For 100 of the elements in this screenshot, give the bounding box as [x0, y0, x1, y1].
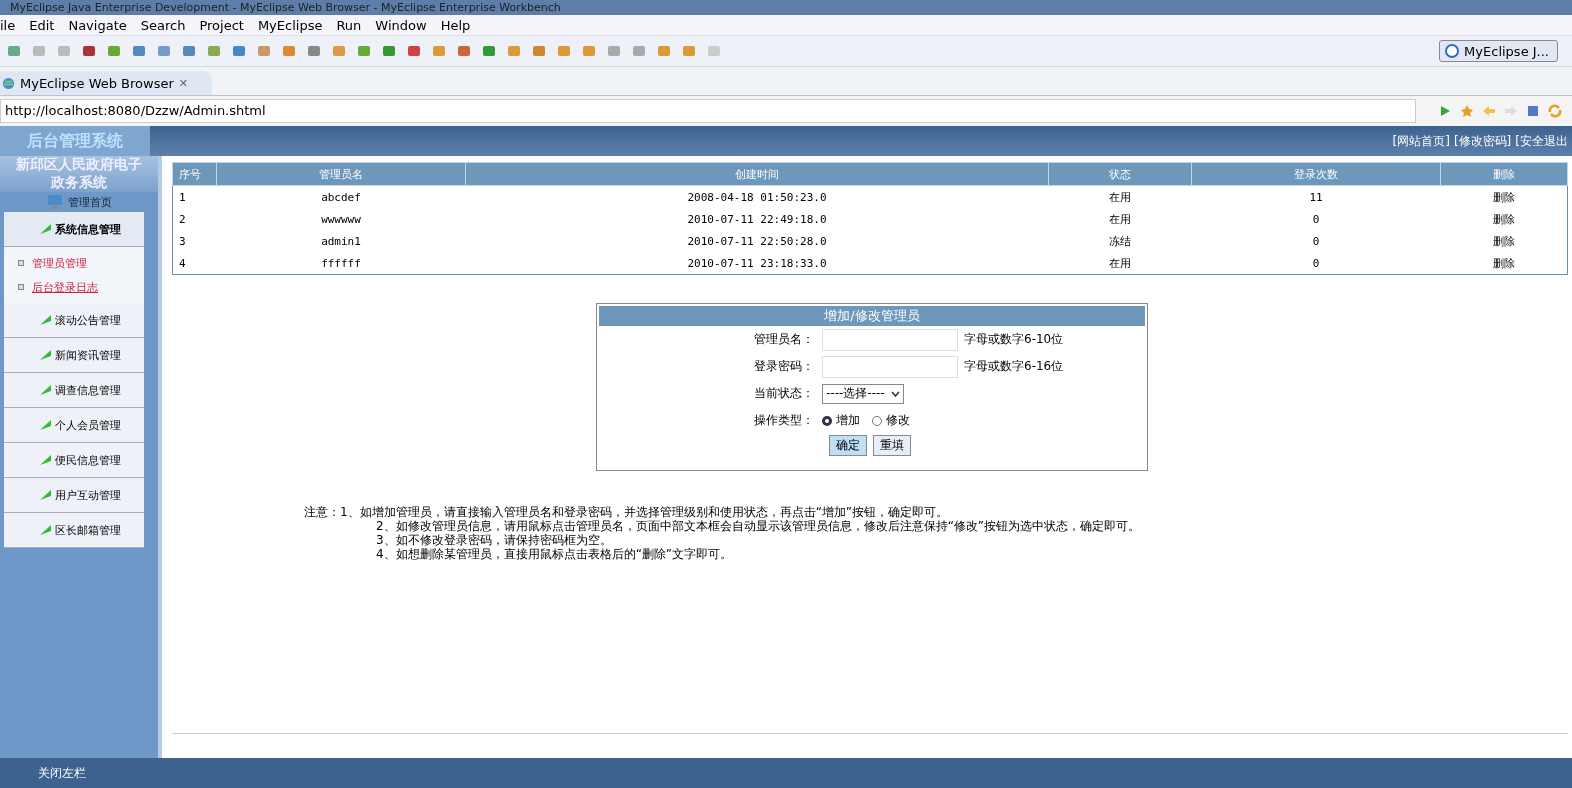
sidebar-item[interactable]: 新闻资讯管理: [4, 338, 144, 373]
toolbar-icon[interactable]: [481, 43, 497, 59]
field-label: 当前状态：: [754, 385, 815, 402]
table-cell[interactable]: admin1: [216, 230, 466, 252]
column-header: 删除: [1440, 162, 1568, 186]
system-title: 新邱区人民政府电子政务系统: [0, 156, 158, 192]
radio-label: 修改: [886, 412, 910, 429]
table-cell-text: 0: [1311, 233, 1321, 250]
input-field[interactable]: [822, 355, 958, 378]
menu-item[interactable]: Run: [336, 17, 362, 33]
home-link[interactable]: 管理首页: [68, 194, 112, 210]
table-cell: 3: [172, 230, 217, 252]
stop-icon[interactable]: [1526, 104, 1540, 118]
close-button[interactable]: ✕: [178, 76, 189, 90]
column-header: 序号: [172, 162, 217, 186]
sidebar-item[interactable]: 便民信息管理: [4, 443, 144, 478]
toolbar-icon[interactable]: [231, 43, 247, 59]
table-cell: 1: [172, 185, 217, 208]
table-cell: 2008-04-18 01:50:23.0: [465, 185, 1049, 208]
monitor-icon: [46, 194, 64, 210]
radio-label: 增加: [836, 412, 860, 429]
note-text: 4、如想删除某管理员，直接用鼠标点击表格后的“删除”文字即可。: [375, 547, 734, 561]
field-label: 管理员名：: [754, 331, 815, 348]
menu-item[interactable]: ile: [0, 17, 16, 33]
toolbar-icon[interactable]: [131, 43, 147, 59]
table-cell: 0: [1191, 252, 1441, 275]
menu-item[interactable]: Search: [140, 17, 186, 33]
form-title: 增加/修改管理员: [599, 306, 1145, 326]
toolbar-icon[interactable]: [181, 43, 197, 59]
menu-item[interactable]: Project: [199, 17, 244, 33]
address-field[interactable]: http://localhost:8080/Dzzw/Admin.shtml: [0, 99, 1416, 123]
toolbar-icon[interactable]: [531, 43, 547, 59]
toolbar-icon[interactable]: [306, 43, 322, 59]
menu-item[interactable]: Help: [440, 17, 471, 33]
sidebar-item[interactable]: 用户互动管理: [4, 478, 144, 513]
go-icon[interactable]: [1438, 104, 1452, 118]
toolbar-icon[interactable]: [156, 43, 172, 59]
column-header: 状态: [1048, 162, 1192, 186]
sidebar-item[interactable]: 系统信息管理: [4, 212, 144, 247]
column-header: 管理员名: [216, 162, 466, 186]
table-cell: 4: [172, 252, 217, 275]
input-field[interactable]: [822, 328, 958, 351]
column-header: 登录次数: [1191, 162, 1441, 186]
submenu-link[interactable]: 后台登录日志: [32, 279, 98, 295]
field-hint: 字母或数字6-16位: [964, 358, 1064, 375]
field-label: 登录密码：: [754, 358, 815, 375]
menu-item[interactable]: Edit: [29, 17, 55, 33]
notes-label: 注意：: [304, 505, 340, 521]
form-button[interactable]: 重填: [873, 434, 911, 456]
note-text: 1、如增加管理员，请直接输入管理员名和登录密码，并选择管理级别和使用状态，再点击“增加”按钮，确定即可。: [340, 505, 950, 519]
menu-item[interactable]: Window: [375, 17, 427, 33]
tab-label: MyEclipse Web Browser: [20, 75, 174, 91]
table-cell: 2010-07-11 23:18:33.0: [465, 252, 1049, 275]
back-icon[interactable]: [1482, 104, 1496, 118]
delete-link[interactable]: 删除: [1440, 230, 1568, 252]
header-link[interactable]: [修改密码]: [1453, 132, 1512, 150]
table-cell: 11: [1191, 185, 1441, 208]
note-text: 2、如修改管理员信息，请用鼠标点击管理员名，页面中部文本框会自动显示该管理员信息，修改后注意保持“修改”按钮为选中状态，确定即可。: [375, 519, 1141, 533]
star-icon[interactable]: [1460, 104, 1474, 118]
table-cell[interactable]: wwwwww: [216, 208, 466, 230]
caret-icon: [890, 390, 900, 397]
delete-link[interactable]: 删除: [1440, 208, 1568, 230]
radio-button[interactable]: [822, 415, 832, 426]
perspective-button[interactable]: MyEclipse J...: [1439, 40, 1558, 62]
table-cell-text: 2010-07-11 22:50:28.0: [686, 233, 828, 250]
delete-link[interactable]: 删除: [1440, 185, 1568, 208]
status-dropdown[interactable]: ----选择----: [822, 383, 904, 404]
toolbar-icon[interactable]: [456, 43, 472, 59]
submenu-link[interactable]: 管理员管理: [32, 255, 87, 271]
table-cell[interactable]: ffffff: [216, 252, 466, 275]
table-cell[interactable]: abcdef: [216, 185, 466, 208]
toolbar-icon[interactable]: [106, 43, 122, 59]
sidebar-item[interactable]: 滚动公告管理: [4, 303, 144, 338]
header-link[interactable]: [网站首页]: [1392, 132, 1450, 150]
radio-button[interactable]: [872, 415, 882, 426]
toolbar-icon[interactable]: [381, 43, 397, 59]
menu-item[interactable]: Navigate: [68, 17, 127, 33]
editor-tab[interactable]: MyEclipse Web Browser ✕: [0, 71, 213, 95]
menu-item[interactable]: MyEclipse: [257, 17, 323, 33]
table-cell: 在用: [1048, 185, 1192, 208]
toolbar-icon[interactable]: [6, 43, 22, 59]
table-cell: 在用: [1048, 252, 1192, 275]
field-hint: 字母或数字6-10位: [964, 331, 1064, 348]
toolbar-icon[interactable]: [281, 43, 297, 59]
refresh-icon[interactable]: [1548, 104, 1562, 118]
toolbar-icon[interactable]: [356, 43, 372, 59]
sidebar-item[interactable]: 调查信息管理: [4, 373, 144, 408]
sidebar-item[interactable]: 区长邮箱管理: [4, 513, 144, 548]
table-cell-text: 在用: [1108, 211, 1132, 228]
delete-link[interactable]: 删除: [1440, 252, 1568, 275]
toolbar-icon[interactable]: [81, 43, 97, 59]
form-button[interactable]: 确定: [829, 434, 867, 456]
table-cell-text: 0: [1311, 211, 1321, 228]
sidebar-item[interactable]: 个人会员管理: [4, 408, 144, 443]
toolbar-icon[interactable]: [406, 43, 422, 59]
close-sidebar-link[interactable]: 关闭左栏: [38, 764, 86, 782]
field-label: 操作类型：: [754, 412, 815, 429]
logo-text: 后台管理系统: [0, 126, 150, 156]
bullet-icon: [18, 284, 24, 290]
header-link[interactable]: [安全退出: [1515, 132, 1568, 150]
